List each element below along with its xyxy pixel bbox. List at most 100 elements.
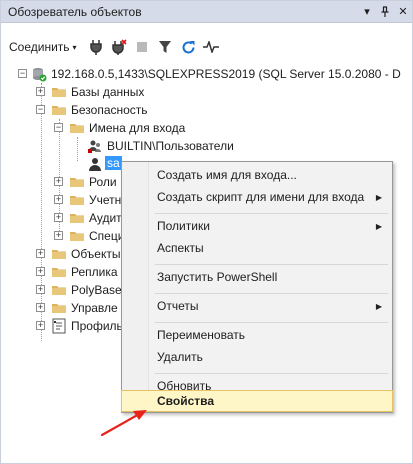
logins-label: Имена для входа: [89, 121, 186, 135]
menu-item-label: Создать скрипт для имени для входа: [157, 190, 365, 204]
menu-separator: [155, 322, 388, 323]
tree-node-audit-specifications[interactable]: + Специ: [1, 227, 125, 245]
folder-icon: [51, 300, 67, 316]
menu-separator: [155, 293, 388, 294]
collapse-toggle-icon[interactable]: −: [54, 123, 63, 132]
disconnect-plug-icon[interactable]: [110, 38, 129, 57]
audits-label: Аудит: [89, 211, 122, 225]
menu-separator: [155, 213, 388, 214]
menu-item-properties[interactable]: Свойства: [121, 390, 393, 412]
tree-node-login-sa[interactable]: sa: [1, 155, 131, 173]
folder-icon: [51, 84, 67, 100]
tree-node-xevent-profiler[interactable]: + Профиль: [1, 317, 123, 335]
expand-toggle-icon[interactable]: +: [54, 195, 63, 204]
tree-node-replication[interactable]: + Реплика: [1, 263, 121, 281]
tree-node-audits[interactable]: + Аудит: [1, 209, 122, 227]
folder-icon: [51, 246, 67, 262]
folder-icon: [69, 174, 85, 190]
menu-separator: [155, 373, 388, 374]
menu-item-label: Политики: [157, 219, 210, 233]
connect-label: Соединить: [9, 40, 70, 54]
security-label: Безопасность: [71, 103, 148, 117]
server-label: 192.168.0.5,1433\SQLEXPRESS2019 (SQL Ser…: [51, 67, 401, 81]
collapse-toggle-icon[interactable]: −: [18, 69, 27, 78]
close-icon[interactable]: ✕: [394, 2, 412, 22]
menu-item-label: Создать имя для входа...: [157, 168, 297, 182]
folder-icon: [69, 228, 85, 244]
menu-item-label: Запустить PowerShell: [157, 270, 278, 284]
folder-icon: [51, 282, 67, 298]
chevron-down-icon: ▾: [72, 42, 77, 52]
filter-icon[interactable]: [156, 38, 175, 57]
tree-node-databases[interactable]: + Базы данных: [1, 83, 201, 101]
connect-plug-icon[interactable]: [87, 38, 106, 57]
menu-item-label: Аспекты: [157, 241, 204, 255]
tree-node-polybase[interactable]: + PolyBase: [1, 281, 122, 299]
menu-item-facets[interactable]: Аспекты: [124, 237, 390, 259]
collapse-toggle-icon[interactable]: −: [36, 105, 45, 114]
expand-toggle-icon[interactable]: +: [36, 285, 45, 294]
management-label: Управле: [71, 301, 118, 315]
group-login-icon: [87, 138, 103, 154]
window-title: Обозреватель объектов: [8, 4, 142, 19]
server-connected-icon: [31, 66, 47, 82]
menu-item-delete[interactable]: Удалить: [124, 346, 390, 368]
folder-icon: [69, 210, 85, 226]
folder-icon: [69, 192, 85, 208]
credentials-label: Учетн: [89, 193, 122, 207]
auto-hide-pin-icon[interactable]: [376, 2, 394, 22]
menu-item-policies[interactable]: Политики ▶: [124, 215, 390, 237]
expand-toggle-icon[interactable]: +: [36, 267, 45, 276]
expand-toggle-icon[interactable]: +: [54, 213, 63, 222]
tree-node-server[interactable]: − 192.168.0.5,1433\SQLEXPRESS2019 (SQL S…: [1, 65, 412, 83]
server-objects-label: Объекты: [71, 247, 121, 261]
audit-specifications-label: Специ: [89, 229, 125, 243]
expand-toggle-icon[interactable]: +: [36, 249, 45, 258]
menu-item-label: Переименовать: [157, 328, 245, 342]
expand-toggle-icon[interactable]: +: [36, 321, 45, 330]
menu-item-script-login-as[interactable]: Создать скрипт для имени для входа ▶: [124, 186, 390, 208]
tree-node-security[interactable]: − Безопасность: [1, 101, 201, 119]
stop-icon[interactable]: [133, 38, 152, 57]
expand-toggle-icon[interactable]: +: [36, 303, 45, 312]
tree-node-credentials[interactable]: + Учетн: [1, 191, 121, 209]
polybase-label: PolyBase: [71, 283, 122, 297]
folder-icon: [51, 264, 67, 280]
menu-item-new-login[interactable]: Создать имя для входа...: [124, 164, 390, 186]
submenu-arrow-icon: ▶: [375, 192, 382, 202]
tree-node-server-objects[interactable]: + Объекты: [1, 245, 121, 263]
tree-node-server-roles[interactable]: + Роли: [1, 173, 121, 191]
login-builtin-users-label: BUILTIN\Пользователи: [107, 139, 234, 153]
menu-item-label: Свойства: [157, 394, 215, 408]
tree-node-login-builtin-users[interactable]: BUILTIN\Пользователи: [1, 137, 261, 155]
login-sa-label: sa: [105, 156, 122, 170]
databases-label: Базы данных: [71, 85, 145, 99]
window-position-dropdown-icon[interactable]: ▾: [358, 2, 376, 22]
menu-item-label: Удалить: [157, 350, 203, 364]
xevent-profiler-label: Профиль: [71, 319, 123, 333]
submenu-arrow-icon: ▶: [375, 301, 382, 311]
activity-monitor-icon[interactable]: [202, 38, 221, 57]
menu-item-label: Отчеты: [157, 299, 199, 313]
object-explorer-window: Обозреватель объектов ▾ ✕ Соединить ▾ − …: [0, 0, 413, 464]
expand-toggle-icon[interactable]: +: [54, 231, 63, 240]
menu-item-start-powershell[interactable]: Запустить PowerShell: [124, 266, 390, 288]
profiler-icon: [51, 318, 67, 334]
connect-dropdown-button[interactable]: Соединить ▾: [9, 40, 77, 54]
folder-icon: [69, 120, 85, 136]
tree-node-management[interactable]: + Управле: [1, 299, 121, 317]
login-context-menu: Создать имя для входа... Создать скрипт …: [121, 161, 393, 413]
replication-label: Реплика: [71, 265, 118, 279]
object-explorer-toolbar: Соединить ▾: [1, 35, 412, 59]
expand-toggle-icon[interactable]: +: [36, 87, 45, 96]
menu-separator: [155, 264, 388, 265]
expand-toggle-icon[interactable]: +: [54, 177, 63, 186]
server-roles-label: Роли: [89, 175, 117, 189]
user-login-icon: [87, 156, 103, 172]
refresh-icon[interactable]: [179, 38, 198, 57]
submenu-arrow-icon: ▶: [375, 221, 382, 231]
menu-item-reports[interactable]: Отчеты ▶: [124, 295, 390, 317]
menu-item-rename[interactable]: Переименовать: [124, 324, 390, 346]
folder-icon: [51, 102, 67, 118]
tree-node-logins[interactable]: − Имена для входа: [1, 119, 241, 137]
